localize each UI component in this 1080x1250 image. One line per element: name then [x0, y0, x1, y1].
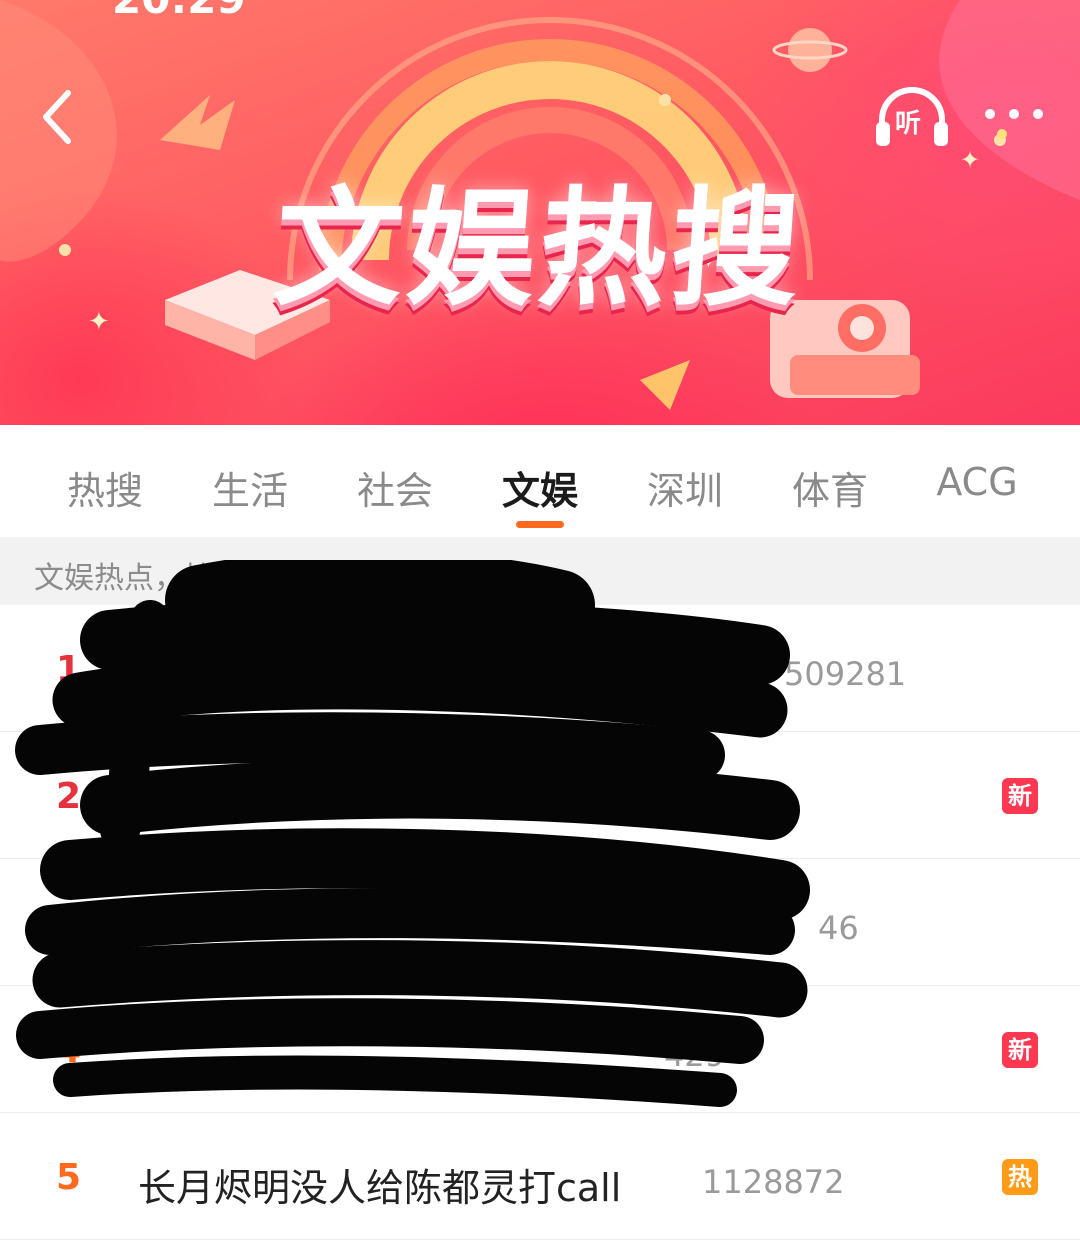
- heat-count: 1128872: [702, 1163, 845, 1201]
- listen-label: 听: [895, 109, 922, 139]
- tab-life[interactable]: 生活: [180, 460, 320, 513]
- rank-number: 2: [56, 776, 82, 817]
- rank-number: 5: [56, 1157, 82, 1198]
- rank-number: 1: [56, 649, 82, 690]
- heat-count: 509281: [784, 655, 907, 693]
- new-badge: 新: [1002, 1032, 1038, 1068]
- heat-count: 46: [818, 909, 859, 947]
- list-item[interactable]: 5 长月烬明没人给陈都灵打call 1128872 热: [0, 1113, 1080, 1240]
- header-banner: ✦ ✦ ✦ 20:29 听 文娱热搜: [0, 0, 1080, 425]
- tab-shenzhen[interactable]: 深圳: [615, 460, 755, 513]
- tab-acg[interactable]: ACG: [907, 460, 1047, 510]
- list-item[interactable]: 3 46: [0, 859, 1080, 986]
- active-tab-indicator: [516, 521, 564, 528]
- rank-number: 3: [56, 903, 82, 944]
- tab-society[interactable]: 社会: [325, 460, 465, 513]
- page-title: 文娱热搜: [269, 175, 809, 324]
- hot-badge: 热: [1002, 1159, 1038, 1195]
- subtitle-bar: 文娱热点，按圈内实时热度排序: [0, 537, 1080, 605]
- list-item[interactable]: 2 新: [0, 732, 1080, 859]
- list-item[interactable]: 1 509281: [0, 605, 1080, 732]
- rank-number: 4: [56, 1030, 82, 1071]
- tab-hot-search[interactable]: 热搜: [35, 460, 175, 513]
- subtitle-text: 文娱热点，按圈内实时热度排序: [34, 561, 454, 596]
- new-badge: 新: [1002, 778, 1038, 814]
- category-tabs: 热搜 生活 社会 文娱 深圳 体育 ACG: [0, 425, 1080, 537]
- list-item[interactable]: 4 429 新: [0, 986, 1080, 1113]
- back-arrow-icon[interactable]: [28, 85, 92, 149]
- item-title: 长月烬明没人给陈都灵打call: [138, 1166, 622, 1210]
- status-time: 20:29: [112, 0, 246, 23]
- heat-count: 429: [664, 1036, 726, 1074]
- more-dots-icon[interactable]: [982, 100, 1046, 140]
- tab-entertainment[interactable]: 文娱: [470, 460, 610, 513]
- tab-sports[interactable]: 体育: [760, 460, 900, 513]
